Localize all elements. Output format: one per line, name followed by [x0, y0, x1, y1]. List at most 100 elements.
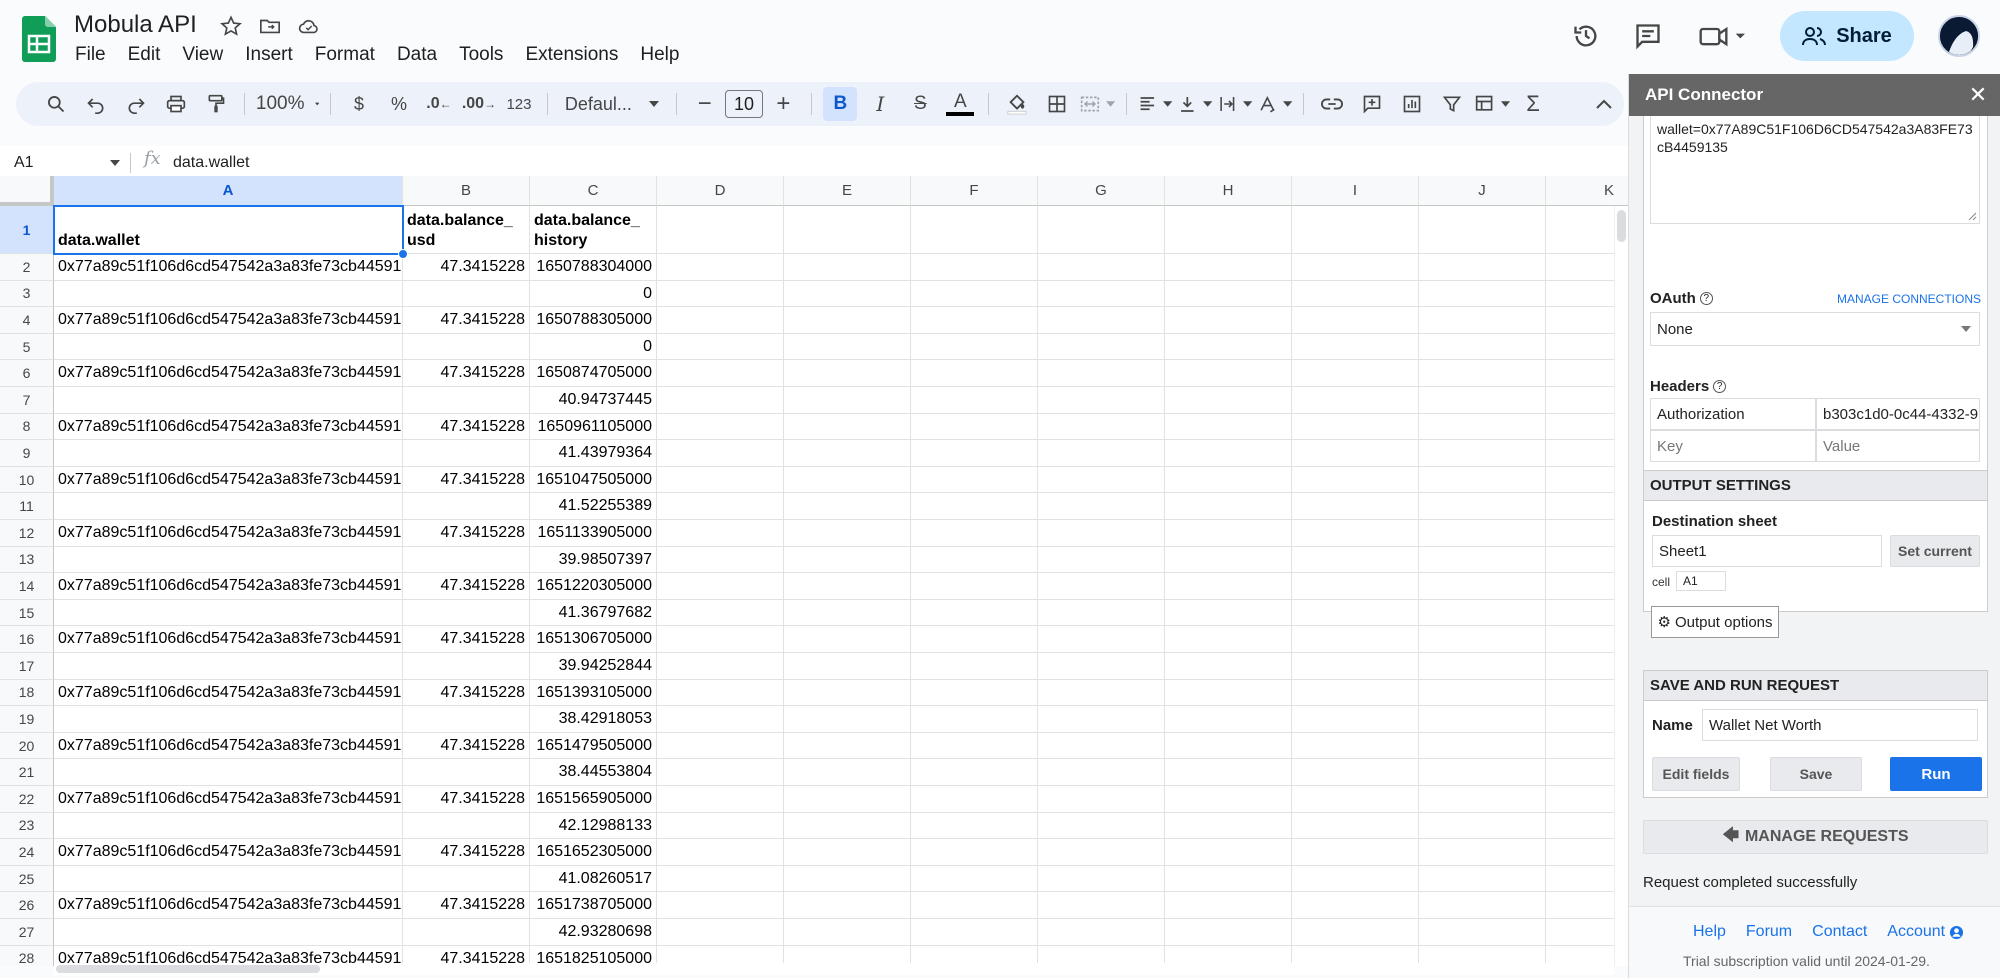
cell[interactable] [911, 466, 1038, 494]
cell[interactable] [1165, 413, 1292, 441]
row-header[interactable]: 21 [0, 759, 54, 786]
cell[interactable] [657, 865, 784, 893]
vertical-align-icon[interactable] [1178, 87, 1213, 121]
row-header[interactable]: 27 [0, 919, 54, 946]
cell[interactable] [657, 786, 784, 813]
cell[interactable] [911, 493, 1038, 520]
help-icon[interactable]: ? [1699, 292, 1713, 305]
cell[interactable] [1419, 440, 1546, 467]
star-icon[interactable] [218, 13, 244, 39]
wallet-cell[interactable]: 0x77a89c51f106d6cd547542a3a83fe73cb44591… [54, 786, 403, 813]
cell[interactable] [1292, 679, 1419, 707]
balance-history-cell[interactable]: 38.42918053 [530, 706, 657, 733]
balance-history-cell[interactable]: 1650788304000 [530, 254, 657, 281]
balance-usd-cell[interactable] [403, 493, 530, 520]
cell[interactable] [1165, 732, 1292, 760]
cell[interactable] [1419, 786, 1546, 813]
help-icon[interactable]: ? [1713, 380, 1727, 393]
cell[interactable] [1165, 573, 1292, 600]
balance-usd-cell[interactable]: 47.3415228 [403, 626, 530, 653]
row-header[interactable]: 11 [0, 493, 54, 520]
cell[interactable] [1419, 466, 1546, 494]
cell[interactable] [1165, 387, 1292, 414]
text-wrapping-icon[interactable] [1218, 87, 1253, 121]
cloud-saved-icon[interactable] [296, 13, 322, 39]
row-header[interactable]: 4 [0, 307, 54, 334]
oauth-select[interactable]: None [1650, 312, 1980, 346]
cell[interactable] [911, 865, 1038, 893]
cell[interactable] [1038, 786, 1165, 813]
fill-color-icon[interactable] [1000, 87, 1034, 121]
wallet-cell[interactable] [54, 653, 403, 680]
balance-history-cell[interactable]: 1651565905000 [530, 786, 657, 813]
decrease-decimal-button[interactable]: .0 ← [422, 87, 456, 121]
share-button[interactable]: Share [1780, 11, 1914, 61]
balance-usd-cell[interactable] [403, 653, 530, 680]
wallet-cell[interactable]: 0x77a89c51f106d6cd547542a3a83fe73cb44591… [54, 466, 403, 494]
cell[interactable] [1292, 206, 1419, 254]
bold-button[interactable]: B [823, 87, 858, 121]
wallet-cell[interactable]: 0x77a89c51f106d6cd547542a3a83fe73cb44591… [54, 892, 403, 919]
cell[interactable] [1419, 360, 1546, 387]
balance-history-cell[interactable]: 0 [530, 280, 657, 308]
cell[interactable] [1292, 599, 1419, 627]
cell[interactable] [784, 573, 911, 600]
name-box[interactable]: A1 [14, 146, 120, 180]
cell[interactable] [911, 839, 1038, 866]
row-header[interactable]: 8 [0, 413, 54, 441]
wallet-cell[interactable]: 0x77a89c51f106d6cd547542a3a83fe73cb44591… [54, 307, 403, 334]
cell[interactable] [911, 786, 1038, 813]
row-header[interactable]: 3 [0, 280, 54, 308]
cell[interactable] [1038, 865, 1165, 893]
cell[interactable] [1165, 892, 1292, 919]
cell[interactable] [784, 387, 911, 414]
cell[interactable] [911, 599, 1038, 627]
balance-usd-cell[interactable] [403, 919, 530, 946]
column-header-i[interactable]: I [1292, 176, 1419, 206]
filter-views-icon[interactable] [1475, 87, 1511, 121]
cell[interactable] [1419, 706, 1546, 733]
cell[interactable] [911, 387, 1038, 414]
wallet-cell[interactable]: 0x77a89c51f106d6cd547542a3a83fe73cb44591… [54, 839, 403, 866]
manage-connections-link[interactable]: MANAGE CONNECTIONS [1837, 292, 1981, 306]
balance-history-cell[interactable]: 1651393105000 [530, 679, 657, 707]
cell[interactable] [911, 919, 1038, 946]
cell[interactable] [784, 679, 911, 707]
cell[interactable] [1165, 360, 1292, 387]
save-button[interactable]: Save [1770, 757, 1862, 791]
balance-history-cell[interactable]: 42.93280698 [530, 919, 657, 946]
request-url-textarea[interactable]: wallet=0x77A89C51F106D6CD547542a3A83FE73… [1650, 116, 1980, 224]
vertical-scrollbar[interactable] [1614, 206, 1628, 966]
row-header[interactable]: 7 [0, 387, 54, 414]
cell[interactable] [784, 546, 911, 574]
cell[interactable] [1165, 839, 1292, 866]
menu-file[interactable]: File [64, 42, 117, 68]
cell[interactable] [784, 280, 911, 308]
cell[interactable] [1292, 626, 1419, 653]
cell[interactable] [911, 626, 1038, 653]
wallet-cell[interactable]: 0x77a89c51f106d6cd547542a3a83fe73cb44591… [54, 520, 403, 547]
balance-history-cell[interactable]: 1651220305000 [530, 573, 657, 600]
cell[interactable] [1419, 413, 1546, 441]
resize-handle-icon[interactable] [1967, 211, 1977, 221]
balance-history-cell[interactable]: 40.94737445 [530, 387, 657, 414]
move-folder-icon[interactable] [257, 13, 283, 39]
cell[interactable] [1419, 546, 1546, 574]
cell[interactable] [657, 254, 784, 281]
cell[interactable] [1038, 307, 1165, 334]
help-link[interactable]: Help [1693, 923, 1726, 941]
wallet-cell[interactable] [54, 280, 403, 308]
header-value-input[interactable]: b303c1d0-0c44-4332-9 [1816, 398, 1980, 430]
cell[interactable] [1292, 812, 1419, 840]
cell[interactable] [1419, 812, 1546, 840]
balance-usd-cell[interactable]: 47.3415228 [403, 786, 530, 813]
functions-icon[interactable]: Σ [1516, 87, 1550, 121]
font-family-select[interactable]: Defaul... [559, 87, 665, 121]
wallet-cell[interactable]: 0x77a89c51f106d6cd547542a3a83fe73cb44591… [54, 626, 403, 653]
balance-usd-cell[interactable] [403, 865, 530, 893]
cell[interactable] [911, 307, 1038, 334]
cell[interactable] [1419, 280, 1546, 308]
cell[interactable] [1038, 520, 1165, 547]
balance-history-cell[interactable]: 41.52255389 [530, 493, 657, 520]
cell[interactable] [1292, 440, 1419, 467]
